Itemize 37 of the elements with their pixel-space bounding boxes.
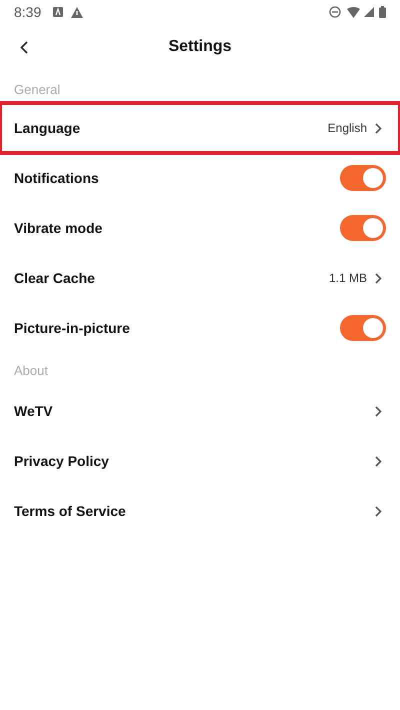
chevron-right-icon — [375, 456, 382, 466]
settings-row[interactable]: Picture-in-picture — [0, 303, 400, 353]
section-header: About — [14, 363, 48, 378]
page-title: Settings — [168, 37, 232, 57]
settings-link-row[interactable]: Terms of Service — [0, 486, 400, 536]
settings-link-row[interactable]: Language English — [0, 103, 400, 153]
settings-link-row[interactable]: Privacy Policy — [0, 436, 400, 486]
chevron-right-icon — [375, 122, 382, 134]
settings-link-row[interactable]: Clear Cache 1.1 MB — [0, 253, 400, 303]
wifi-icon — [347, 6, 360, 18]
setting-label: Clear Cache — [14, 268, 96, 288]
do-not-disturb-icon — [329, 6, 341, 18]
setting-value: English — [328, 120, 367, 137]
back-icon — [20, 40, 28, 54]
setting-label: Notifications — [14, 168, 100, 188]
setting-label: Picture-in-picture — [14, 318, 131, 338]
signal-icon — [364, 7, 374, 17]
setting-label: Language — [14, 118, 82, 138]
setting-label: Vibrate mode — [14, 218, 104, 238]
setting-value: 1.1 MB — [328, 270, 367, 287]
setting-label: WeTV — [14, 402, 54, 420]
chevron-right-icon — [375, 272, 382, 284]
notification-icon — [53, 7, 64, 17]
status-time: 8:39 — [14, 2, 42, 22]
toggle-switch[interactable] — [340, 215, 386, 241]
chevron-right-icon — [375, 506, 382, 516]
toggle-switch[interactable] — [340, 165, 386, 191]
toggle-switch[interactable] — [340, 315, 386, 341]
section-header: General — [14, 82, 60, 97]
settings-row[interactable]: Vibrate mode — [0, 203, 400, 253]
warning-icon — [71, 6, 84, 18]
setting-label: Terms of Service — [14, 502, 127, 520]
settings-link-row[interactable]: WeTV — [0, 386, 400, 436]
settings-row[interactable]: Notifications — [0, 153, 400, 203]
chevron-right-icon — [375, 406, 382, 416]
setting-label: Privacy Policy — [14, 452, 110, 471]
battery-icon — [379, 6, 386, 18]
